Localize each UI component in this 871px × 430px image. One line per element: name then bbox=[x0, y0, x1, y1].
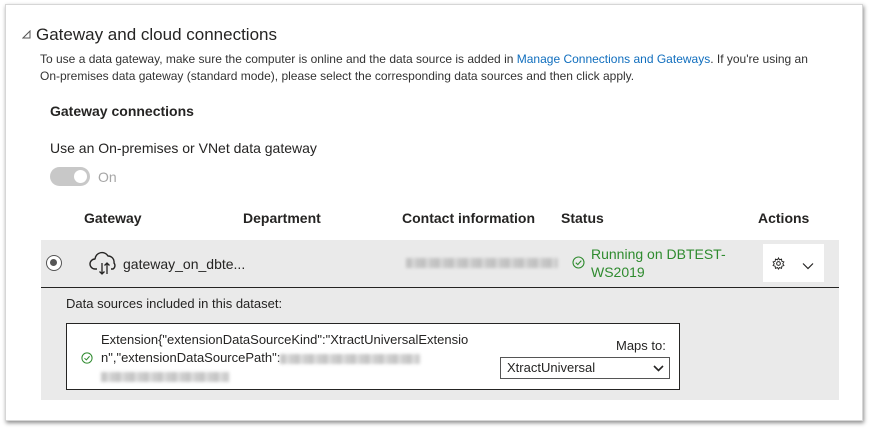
data-sources-label: Data sources included in this dataset: bbox=[66, 296, 283, 311]
gateway-radio[interactable] bbox=[46, 255, 62, 271]
column-contact-information: Contact information bbox=[402, 210, 535, 226]
status-text: Running on DBTEST-WS2019 bbox=[591, 246, 726, 280]
chevron-down-icon[interactable] bbox=[802, 262, 814, 270]
collapse-triangle-icon[interactable] bbox=[22, 30, 32, 40]
gateway-toggle[interactable] bbox=[50, 167, 90, 186]
gateway-status: Running on DBTEST-WS2019 bbox=[572, 245, 731, 281]
column-actions: Actions bbox=[758, 210, 810, 226]
column-status: Status bbox=[561, 210, 604, 226]
gateway-row[interactable]: gateway_on_dbte... Running on DBTEST-WS2… bbox=[41, 240, 839, 288]
gateway-settings-panel: Gateway and cloud connections To use a d… bbox=[5, 4, 863, 421]
chevron-down-icon bbox=[653, 365, 664, 372]
maps-to-value: XtractUniversal bbox=[507, 360, 596, 375]
data-source-text: Extension{"extensionDataSourceKind":"Xtr… bbox=[101, 331, 473, 385]
check-circle-icon bbox=[572, 256, 585, 269]
manage-connections-link[interactable]: Manage Connections and Gateways bbox=[517, 52, 710, 66]
radio-selected-dot bbox=[50, 259, 57, 266]
cloud-gateway-icon bbox=[89, 251, 116, 275]
gear-icon[interactable] bbox=[772, 257, 785, 270]
contact-information-redacted bbox=[406, 258, 558, 268]
gateway-toggle-label: Use an On-premises or VNet data gateway bbox=[50, 140, 317, 156]
maps-to-label: Maps to: bbox=[616, 338, 666, 353]
toggle-knob bbox=[74, 170, 87, 183]
data-source-path-redacted-cont bbox=[101, 371, 229, 382]
check-circle-icon bbox=[81, 352, 93, 364]
data-sources-panel: Data sources included in this dataset: E… bbox=[41, 288, 839, 400]
maps-to-select[interactable]: XtractUniversal bbox=[500, 357, 670, 379]
section-description: To use a data gateway, make sure the com… bbox=[40, 52, 808, 83]
data-source-entry: Extension{"extensionDataSourceKind":"Xtr… bbox=[66, 323, 680, 390]
section-header[interactable]: Gateway and cloud connections bbox=[22, 25, 277, 45]
section-title: Gateway and cloud connections bbox=[36, 25, 277, 44]
gateway-name: gateway_on_dbte... bbox=[123, 256, 246, 272]
actions-cell bbox=[763, 244, 824, 282]
column-department: Department bbox=[243, 210, 321, 226]
data-source-path-redacted bbox=[280, 353, 421, 364]
gateway-connections-heading: Gateway connections bbox=[50, 103, 194, 119]
toggle-state-label: On bbox=[98, 168, 117, 185]
column-gateway: Gateway bbox=[84, 210, 142, 226]
gateway-toggle-row: On bbox=[50, 167, 117, 186]
